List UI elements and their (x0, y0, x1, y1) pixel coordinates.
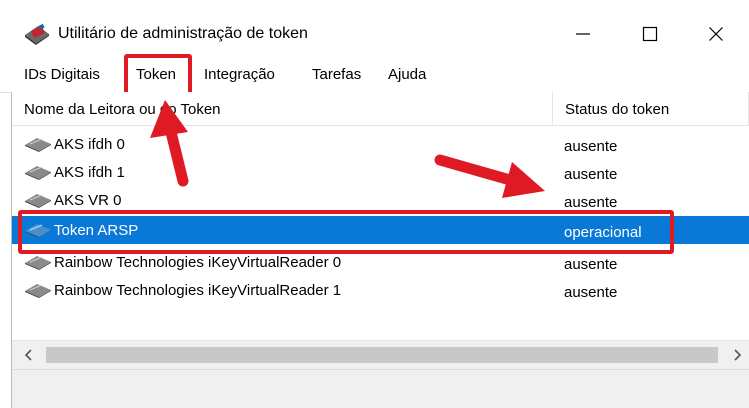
row-name: AKS VR 0 (54, 192, 122, 209)
close-icon (709, 27, 723, 41)
scroll-right-button[interactable] (728, 345, 746, 365)
menu-ids-digitais[interactable]: IDs Digitais (24, 66, 100, 83)
card-reader-icon (25, 138, 51, 152)
column-header-status[interactable]: Status do token (553, 92, 749, 126)
list-row[interactable]: AKS ifdh 1 ausente (12, 158, 749, 186)
menu-integracao[interactable]: Integração (204, 66, 275, 83)
minimize-button[interactable] (553, 14, 613, 54)
menu-bar: IDs Digitais Token Integração Tarefas Aj… (0, 58, 749, 93)
row-status: ausente (564, 256, 618, 273)
card-reader-icon (25, 166, 51, 180)
title-bar[interactable]: Utilitário de administração de token (0, 0, 749, 58)
card-reader-icon (25, 256, 51, 270)
menu-ajuda[interactable]: Ajuda (388, 66, 426, 83)
row-name: Rainbow Technologies iKeyVirtualReader 1 (54, 282, 342, 299)
row-status: ausente (564, 194, 618, 211)
minimize-icon (576, 33, 590, 35)
maximize-button[interactable] (620, 14, 680, 54)
card-reader-icon (25, 284, 51, 298)
row-name: AKS ifdh 1 (54, 164, 125, 181)
list-row[interactable]: AKS ifdh 0 ausente (12, 130, 749, 158)
column-header-name-label: Nome da Leitora ou do Token (24, 101, 221, 118)
list-row[interactable]: Rainbow Technologies iKeyVirtualReader 1… (12, 276, 749, 304)
scroll-left-button[interactable] (20, 345, 38, 365)
row-status: ausente (564, 138, 618, 155)
horizontal-scrollbar[interactable] (12, 340, 749, 369)
menu-tarefas[interactable]: Tarefas (312, 66, 361, 83)
status-bar (12, 369, 749, 408)
scroll-left-icon (24, 349, 32, 361)
maximize-icon (642, 26, 658, 42)
row-name: Rainbow Technologies iKeyVirtualReader 0 (54, 254, 342, 271)
row-status: ausente (564, 166, 618, 183)
token-menu-highlight-box (124, 54, 192, 96)
scroll-thumb[interactable] (46, 347, 718, 363)
column-header-name[interactable]: Nome da Leitora ou do Token (12, 92, 553, 126)
scroll-right-icon (734, 349, 742, 361)
app-icon (25, 23, 49, 45)
window-title: Utilitário de administração de token (58, 25, 308, 42)
selected-row-highlight-box (18, 210, 674, 254)
token-admin-window: Utilitário de administração de token IDs… (0, 0, 749, 408)
row-name: AKS ifdh 0 (54, 136, 125, 153)
card-reader-icon (25, 194, 51, 208)
column-header-status-label: Status do token (565, 101, 670, 118)
row-status: ausente (564, 284, 618, 301)
close-button[interactable] (686, 14, 746, 54)
